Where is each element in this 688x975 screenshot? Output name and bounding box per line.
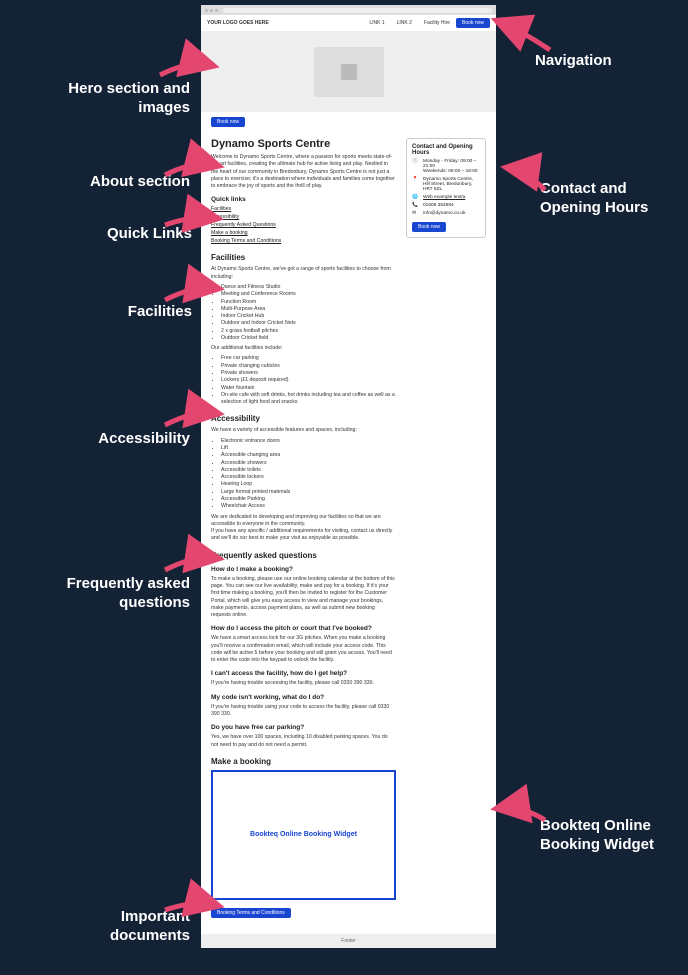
list-item: Outdoor Cricket field (221, 335, 396, 342)
quick-link[interactable]: Make a booking (211, 230, 396, 238)
nav-link-2[interactable]: LINK 2 (397, 20, 412, 26)
list-item: Multi-Purpose Area (221, 306, 396, 313)
clock-icon: 🕑 (412, 159, 420, 164)
pin-icon: 📍 (412, 177, 420, 182)
additional-intro: Our additional facilities include: (211, 345, 396, 352)
annotation-facilities: Facilities (72, 303, 192, 322)
annotation-about: About section (70, 173, 190, 192)
address-text: Dynamo Sports Centre, Hill Street, Bredo… (423, 177, 480, 192)
contact-hours-box: Contact and Opening Hours 🕑 Monday - Fri… (406, 138, 486, 238)
hero-book-now-button[interactable]: Book now (211, 117, 245, 127)
nav-link-1[interactable]: LINK 1 (369, 20, 384, 26)
list-item: Water fountain (221, 385, 396, 392)
list-item: Outdoor and Indoor Cricket Nets (221, 320, 396, 327)
annotation-docs: Important documents (70, 908, 190, 946)
nav-link-facility-hire[interactable]: Facility Hire (424, 20, 450, 26)
header-book-now-button[interactable]: Book now (456, 18, 490, 28)
list-item: Dance and Fitness Studio (221, 284, 396, 291)
list-item: 2 x grass football pitches (221, 328, 396, 335)
url-bar[interactable] (223, 8, 492, 13)
list-item: Accessible Parking (221, 496, 396, 503)
image-icon (337, 60, 361, 84)
opening-hours: Monday - Friday: 09:00 – 21:00 Weekends:… (423, 159, 480, 174)
quick-link[interactable]: Booking Terms and Conditions (211, 238, 396, 246)
faq-question: My code isn't working, what do I do? (211, 694, 396, 701)
annotation-navigation: Navigation (535, 52, 612, 71)
make-booking-heading: Make a booking (211, 757, 396, 766)
list-item: Function Room (221, 299, 396, 306)
booking-terms-button[interactable]: Booking Terms and Conditions (211, 908, 291, 918)
accessibility-heading: Accessibility (211, 414, 396, 423)
annotation-booking: Bookteq Online Booking Widget (540, 817, 680, 855)
list-item: Accessible lockers (221, 474, 396, 481)
faq-answer: To make a booking, please use our online… (211, 576, 396, 620)
accessibility-p1: We are dedicated to developing and impro… (211, 514, 396, 529)
logo-placeholder: YOUR LOGO GOES HERE (207, 20, 363, 26)
phone-icon: 📞 (412, 203, 420, 208)
side-book-now-button[interactable]: Book now (412, 222, 446, 232)
hero-image-placeholder (314, 47, 384, 97)
site-header: YOUR LOGO GOES HERE LINK 1 LINK 2 Facili… (201, 15, 496, 32)
faq-question: How do I access the pitch or court that … (211, 625, 396, 632)
faq-question: I can't access the facility, how do I ge… (211, 670, 396, 677)
list-item: Large format printed materials (221, 489, 396, 496)
faq-heading: Frequently asked questions (211, 551, 396, 560)
quick-link[interactable]: Frequently Asked Questions (211, 222, 396, 230)
phone-text: 01608 352684 (423, 203, 480, 208)
hero-section (201, 32, 496, 112)
list-item: Electronic entrance doors (221, 438, 396, 445)
window-dot (210, 9, 213, 12)
faq-answer: If you're having trouble accessing the f… (211, 680, 396, 687)
list-item: Private changing cubicles (221, 363, 396, 370)
quick-links-heading: Quick links (211, 196, 396, 203)
faq-question: Do you have free car parking? (211, 724, 396, 731)
page-title: Dynamo Sports Centre (211, 138, 396, 150)
faq-answer: If you're having trouble using your code… (211, 704, 396, 719)
annotation-quick: Quick Links (72, 225, 192, 244)
booking-widget[interactable]: Bookteq Online Booking Widget (211, 770, 396, 900)
window-dot (215, 9, 218, 12)
list-item: On-site cafe with soft drinks, hot drink… (221, 392, 396, 407)
globe-icon: 🌐 (412, 195, 420, 200)
faq-question: How do I make a booking? (211, 566, 396, 573)
annotation-hero: Hero section and images (60, 80, 190, 118)
list-item: Lift (221, 445, 396, 452)
window-dot (205, 9, 208, 12)
annotation-contact: Contact and Opening Hours (540, 180, 670, 218)
welcome-paragraph: Welcome to Dynamo Sports Centre, where a… (211, 154, 396, 190)
list-item: Lockers (£1 deposit required) (221, 377, 396, 384)
quick-link[interactable]: Accessibility (211, 214, 396, 222)
quick-link[interactable]: Facilities (211, 206, 396, 214)
list-item: Accessible changing area (221, 452, 396, 459)
site-footer: Footer (201, 934, 496, 948)
faq-answer: Yes, we have over 100 spaces, including … (211, 734, 396, 749)
list-item: Hearing Loop (221, 481, 396, 488)
accessibility-intro: We have a variety of accessible features… (211, 427, 396, 434)
email-icon: ✉ (412, 211, 420, 216)
browser-chrome (201, 5, 496, 15)
list-item: Private showers (221, 370, 396, 377)
list-item: Free car parking (221, 355, 396, 362)
facilities-heading: Facilities (211, 253, 396, 262)
faq-answer: We have a smart access lock for our 3G p… (211, 635, 396, 664)
contact-heading: Contact and Opening Hours (412, 144, 480, 156)
list-item: Wheelchair Access (221, 503, 396, 510)
annotation-faq: Frequently asked questions (60, 575, 190, 613)
list-item: Accessible toilets (221, 467, 396, 474)
website-link[interactable]: Web example text/a (423, 195, 480, 200)
accessibility-p2: If you have any specific / additional re… (211, 528, 396, 543)
annotation-accessibility: Accessibility (60, 430, 190, 449)
facilities-intro: At Dynamo Sports Centre, we've got a ran… (211, 266, 396, 281)
hero-cta-bar: Book now (201, 112, 496, 132)
list-item: Meeting and Conference Rooms (221, 291, 396, 298)
browser-window: YOUR LOGO GOES HERE LINK 1 LINK 2 Facili… (201, 5, 496, 948)
list-item: Indoor Cricket Hub (221, 313, 396, 320)
email-text: info@dynamo.co.uk (423, 211, 480, 216)
list-item: Accessible showers (221, 460, 396, 467)
